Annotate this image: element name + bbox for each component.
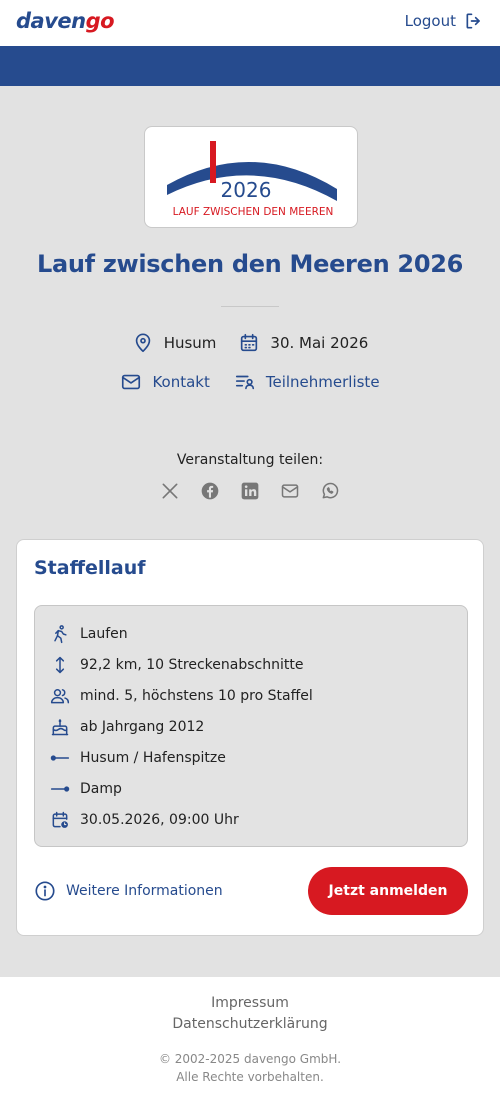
contact-label: Kontakt xyxy=(152,373,210,391)
more-info-label: Weitere Informationen xyxy=(66,883,223,899)
event-logo: 2026 LAUF ZWISCHEN DEN MEEREN xyxy=(144,126,358,228)
linkedin-icon xyxy=(241,482,259,500)
start-line-icon xyxy=(50,755,70,761)
share-whatsapp-button[interactable] xyxy=(320,481,340,501)
detail-age-text: ab Jahrgang 2012 xyxy=(80,719,205,735)
detail-finish-text: Damp xyxy=(80,781,122,797)
participants-link[interactable]: Teilnehmerliste xyxy=(234,371,380,393)
event-date: 30. Mai 2026 xyxy=(238,332,368,354)
competition-title: Staffellauf xyxy=(34,557,146,579)
detail-start-text: Husum / Hafenspitze xyxy=(80,750,226,766)
copyright: © 2002-2025 davengo GmbH. Alle Rechte vo… xyxy=(0,1050,500,1086)
event-location-text: Husum xyxy=(163,334,217,352)
mail-icon xyxy=(281,484,299,498)
copyright-line: © 2002-2025 davengo GmbH. xyxy=(158,1052,342,1066)
detail-start: Husum / Hafenspitze xyxy=(50,746,226,770)
event-logo-year: 2026 xyxy=(221,178,272,202)
calendar-clock-icon xyxy=(52,811,68,828)
info-icon xyxy=(35,881,55,901)
share-buttons xyxy=(0,481,500,501)
rights-line: Alle Rechte vorbehalten. xyxy=(176,1070,324,1084)
running-icon xyxy=(54,625,67,644)
more-info-link[interactable]: Weitere Informationen xyxy=(34,880,223,902)
participants-label: Teilnehmerliste xyxy=(265,373,380,391)
x-icon xyxy=(162,483,178,499)
detail-age: ab Jahrgang 2012 xyxy=(50,715,204,739)
share-linkedin-button[interactable] xyxy=(240,481,260,501)
divider xyxy=(221,306,279,307)
share-label: Veranstaltung teilen: xyxy=(176,452,324,468)
privacy-link[interactable]: Datenschutzerklärung xyxy=(0,1016,500,1032)
whatsapp-icon xyxy=(322,482,339,499)
detail-datetime-text: 30.05.2026, 09:00 Uhr xyxy=(80,812,239,828)
detail-team-size: mind. 5, höchstens 10 pro Staffel xyxy=(50,684,313,708)
event-title: Lauf zwischen den Meeren 2026 xyxy=(36,250,464,278)
logout-icon xyxy=(466,13,480,29)
share-x-button[interactable] xyxy=(160,481,180,501)
header-band xyxy=(0,46,500,86)
vertical-arrows-icon xyxy=(55,656,65,674)
brand-logo-part2: go xyxy=(85,9,115,33)
facebook-icon xyxy=(201,482,219,500)
top-bar: davengo Logout xyxy=(0,0,500,46)
birthday-cake-icon xyxy=(51,719,69,736)
competition-details: Laufen 92,2 km, 10 Streckenabschnitte mi… xyxy=(34,605,468,847)
logout-label: Logout xyxy=(404,12,456,30)
finish-line-icon xyxy=(50,786,70,792)
event-meta: Husum 30. Mai 2026 xyxy=(0,332,500,354)
participant-list-icon xyxy=(235,375,254,390)
calendar-icon xyxy=(241,333,258,352)
detail-datetime: 30.05.2026, 09:00 Uhr xyxy=(50,808,239,832)
detail-finish: Damp xyxy=(50,777,122,801)
map-pin-icon xyxy=(135,333,150,353)
mail-icon xyxy=(122,374,141,390)
event-logo-graphic: 2026 LAUF ZWISCHEN DEN MEEREN xyxy=(167,141,337,218)
footer: Impressum Datenschutzerklärung © 2002-20… xyxy=(0,977,500,1093)
share-mail-button[interactable] xyxy=(280,481,300,501)
brand-logo[interactable]: davengo xyxy=(16,9,115,33)
detail-team-size-text: mind. 5, höchstens 10 pro Staffel xyxy=(80,688,313,704)
imprint-link[interactable]: Impressum xyxy=(0,995,500,1011)
event-logo-caption: LAUF ZWISCHEN DEN MEEREN xyxy=(173,206,334,218)
contact-link[interactable]: Kontakt xyxy=(120,371,210,393)
brand-logo-part1: daven xyxy=(16,9,86,33)
detail-distance-text: 92,2 km, 10 Streckenabschnitte xyxy=(80,657,304,673)
event-location: Husum xyxy=(132,332,217,354)
share-facebook-button[interactable] xyxy=(200,481,220,501)
competition-card: Staffellauf Laufen 92,2 km, 10 Streckena… xyxy=(16,539,484,936)
detail-discipline-text: Laufen xyxy=(80,626,128,642)
detail-discipline: Laufen xyxy=(50,622,128,646)
detail-distance: 92,2 km, 10 Streckenabschnitte xyxy=(50,653,303,677)
team-icon xyxy=(50,689,70,704)
event-date-text: 30. Mai 2026 xyxy=(270,334,369,352)
register-button[interactable]: Jetzt anmelden xyxy=(308,867,468,915)
logout-button[interactable]: Logout xyxy=(405,11,484,31)
event-links: Kontakt Teilnehmerliste xyxy=(0,371,500,393)
